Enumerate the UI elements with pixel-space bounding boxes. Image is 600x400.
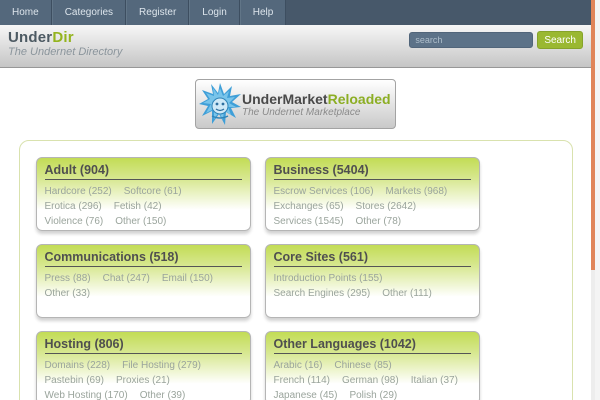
undermarket-banner[interactable]: UnderMarketReloaded The Undernet Marketp… <box>195 79 396 129</box>
search-bar: Search <box>409 31 583 49</box>
nav-item-login[interactable]: Login <box>189 0 239 25</box>
category-link[interactable]: Other (39) <box>140 389 186 400</box>
category-link[interactable]: Other (150) <box>115 215 166 228</box>
category-divider <box>274 179 471 180</box>
category-link[interactable]: German (98) <box>342 374 399 387</box>
category-link[interactable]: Introduction Points (155) <box>274 272 383 285</box>
search-button[interactable]: Search <box>537 31 583 49</box>
category-title[interactable]: Communications (518) <box>45 250 242 264</box>
banner-title: UnderMarketReloaded <box>242 91 391 107</box>
category-links: Domains (228) File Hosting (279) Pastebin … <box>45 357 242 400</box>
site-header: UnderDir The Undernet Directory Search <box>0 25 591 68</box>
category-box: Core Sites (561) Introduction Points (15… <box>265 244 480 318</box>
category-link[interactable]: Email (150) <box>162 272 213 285</box>
category-title[interactable]: Core Sites (561) <box>274 250 471 264</box>
banner-subtitle: The Undernet Marketplace <box>242 107 391 118</box>
category-link[interactable]: Arabic (16) <box>274 359 323 372</box>
search-input[interactable] <box>409 32 533 48</box>
category-divider <box>45 179 242 180</box>
category-link[interactable]: Other (78) <box>356 215 402 228</box>
category-grid: Adult (904) Hardcore (252) Softcore (61) E… <box>36 157 572 400</box>
category-links: Escrow Services (106) Markets (968) Exchan… <box>274 183 471 228</box>
category-title[interactable]: Business (5404) <box>274 163 471 177</box>
category-link[interactable]: Escrow Services (106) <box>274 185 374 198</box>
category-link[interactable]: Other (111) <box>382 287 432 300</box>
category-box: Adult (904) Hardcore (252) Softcore (61) E… <box>36 157 251 231</box>
category-box: Communications (518) Press (88) Chat (247… <box>36 244 251 318</box>
nav-item-categories[interactable]: Categories <box>52 0 126 25</box>
category-links: Press (88) Chat (247) Email (150) Other (33… <box>45 270 242 300</box>
category-title[interactable]: Other Languages (1042) <box>274 337 471 351</box>
category-links: Hardcore (252) Softcore (61) Erotica (296)… <box>45 183 242 231</box>
category-link[interactable]: Domains (228) <box>45 359 111 372</box>
category-link[interactable]: Exchanges (65) <box>274 200 344 213</box>
banner-text: UnderMarketReloaded The Undernet Marketp… <box>242 91 391 118</box>
category-box: Other Languages (1042) Arabic (16) Chines… <box>265 331 480 400</box>
nav-item-register[interactable]: Register <box>126 0 189 25</box>
category-link[interactable]: French (114) <box>274 374 331 387</box>
category-link[interactable]: Chat (247) <box>103 272 150 285</box>
category-box: Business (5404) Escrow Services (106) Mar… <box>265 157 480 231</box>
category-link[interactable]: Proxies (21) <box>116 374 170 387</box>
category-link[interactable]: File Hosting (279) <box>122 359 201 372</box>
category-link[interactable]: Stores (2642) <box>356 200 417 213</box>
category-link[interactable]: Fetish (42) <box>114 200 162 213</box>
top-navbar: HomeCategoriesRegisterLoginHelp <box>0 0 591 25</box>
category-title[interactable]: Adult (904) <box>45 163 242 177</box>
category-link[interactable]: Web Hosting (170) <box>45 389 128 400</box>
category-link[interactable]: Italian (37) <box>411 374 458 387</box>
scrollbar-track[interactable] <box>591 0 595 400</box>
category-link[interactable]: Press (88) <box>45 272 91 285</box>
banner-title-part1: UnderMarket <box>242 91 328 107</box>
category-link[interactable]: Markets (968) <box>386 185 448 198</box>
category-link[interactable]: Violence (76) <box>45 215 104 228</box>
right-gutter <box>595 0 600 400</box>
site-logo[interactable]: UnderDir <box>8 29 74 46</box>
page: HomeCategoriesRegisterLoginHelp UnderDir… <box>0 0 591 400</box>
category-links: Arabic (16) Chinese (85)French (114) Germa… <box>274 357 471 400</box>
category-box: Hosting (806) Domains (228) File Hosting … <box>36 331 251 400</box>
site-logo-part2: Dir <box>52 29 73 46</box>
category-link[interactable]: Services (1545) <box>274 215 344 228</box>
category-divider <box>45 353 242 354</box>
scrollbar-thumb[interactable] <box>591 0 595 270</box>
category-link[interactable]: Japanese (45) <box>274 389 338 400</box>
directory-container: Adult (904) Hardcore (252) Softcore (61) E… <box>19 140 573 400</box>
category-title[interactable]: Hosting (806) <box>45 337 242 351</box>
category-divider <box>274 353 471 354</box>
category-link[interactable]: Pastebin (69) <box>45 374 104 387</box>
category-links: Introduction Points (155) Search Engines … <box>274 270 471 300</box>
category-link[interactable]: Hardcore (252) <box>45 185 112 198</box>
undermarket-logo-icon <box>198 82 242 126</box>
category-link[interactable]: Other (33) <box>45 287 91 300</box>
category-link[interactable]: Escorts (27) <box>45 230 99 231</box>
category-link[interactable]: Erotica (296) <box>45 200 102 213</box>
site-logo-part1: Under <box>8 29 52 46</box>
nav-item-home[interactable]: Home <box>0 0 52 25</box>
category-divider <box>274 266 471 267</box>
category-link[interactable]: Polish (29) <box>349 389 397 400</box>
banner-title-part2: Reloaded <box>328 91 391 107</box>
category-divider <box>45 266 242 267</box>
site-tagline: The Undernet Directory <box>8 46 122 58</box>
category-link[interactable]: Chinese (85) <box>334 359 391 372</box>
category-link[interactable]: Search Engines (295) <box>274 287 371 300</box>
nav-item-help[interactable]: Help <box>240 0 287 25</box>
category-link[interactable]: Softcore (61) <box>124 185 182 198</box>
